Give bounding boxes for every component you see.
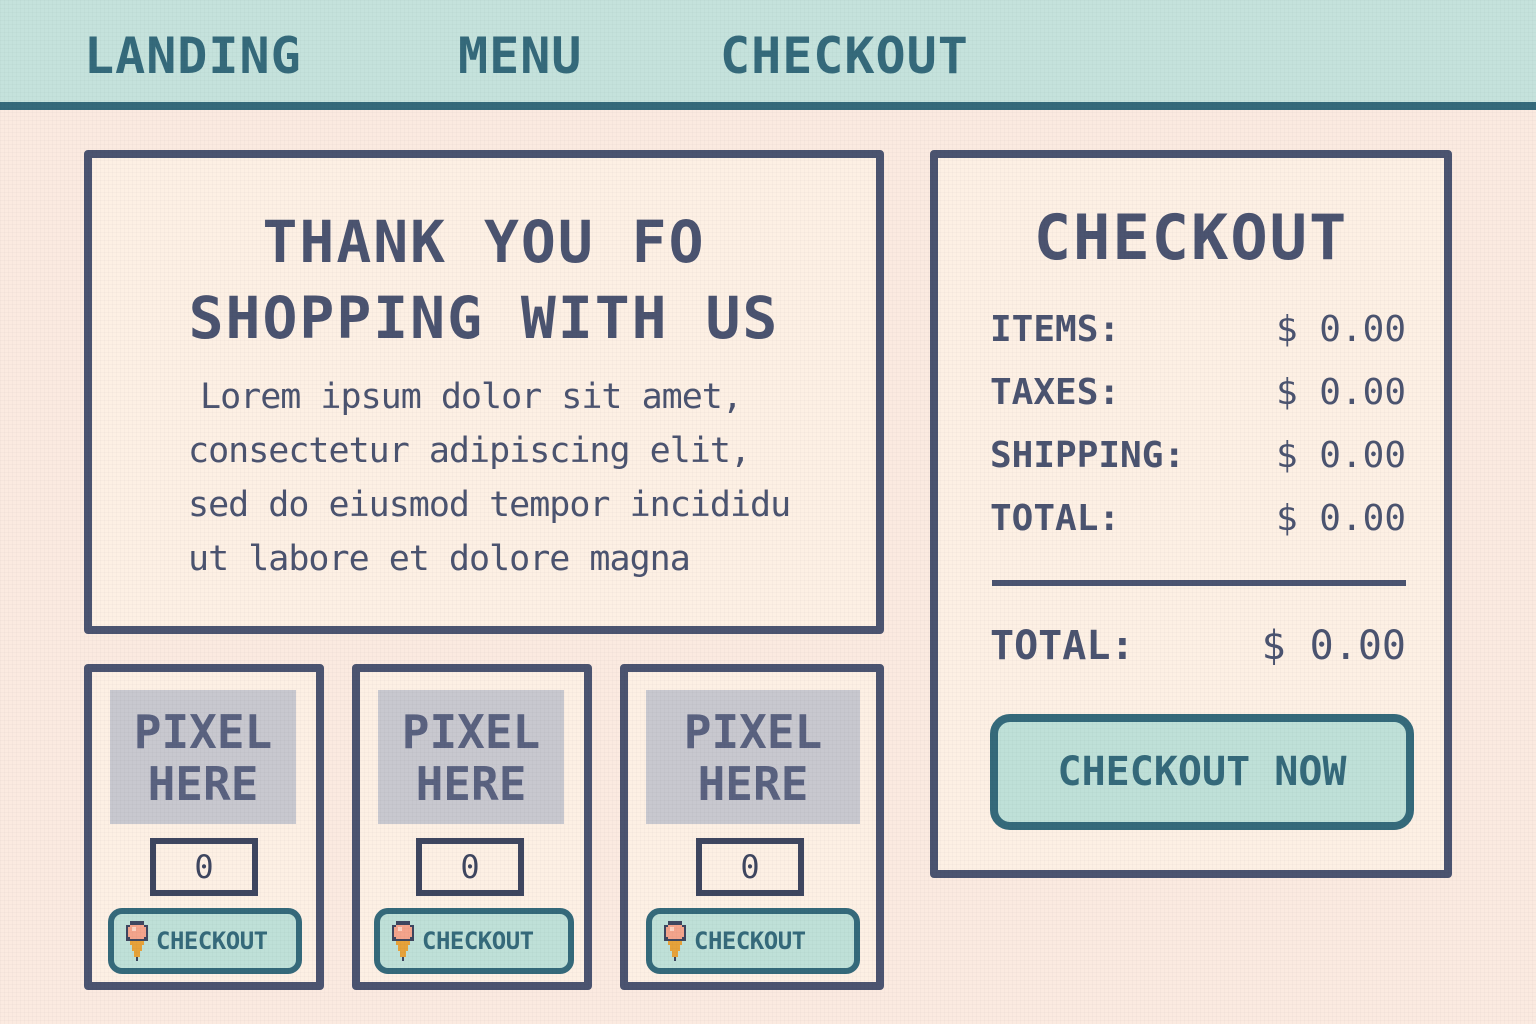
summary-row-label: TOTAL: (990, 498, 1121, 539)
product-image-placeholder: PIXEL HERE (646, 690, 860, 824)
body-line: sed do eiusmod tempor incididu (188, 485, 791, 525)
summary-row-shipping: SHIPPING: $ 0.00 (990, 434, 1406, 478)
product-checkout-label: CHECKOUT (156, 927, 268, 955)
product-checkout-button[interactable]: CHECKOUT (374, 908, 574, 974)
grand-total-label: TOTAL: (990, 623, 1135, 669)
body-line: Lorem ipsum dolor sit amet, (200, 377, 743, 417)
placeholder-line-2: HERE (147, 757, 259, 811)
placeholder-line-1: PIXEL (401, 705, 541, 759)
summary-row-value: $ 0.00 (1275, 498, 1406, 539)
thank-you-title-line-2: SHOPPING WITH US (188, 284, 780, 352)
product-card-2: PIXEL HERE 0 CHECKOUT (352, 664, 592, 990)
top-nav: LANDING MENU CHECKOUT (0, 0, 1536, 110)
nav-link-menu[interactable]: MENU (458, 26, 582, 86)
ice-cream-icon (664, 921, 686, 961)
thank-you-panel: THANK YOU FO SHOPPING WITH US Lorem ipsu… (84, 150, 884, 634)
product-card-3: PIXEL HERE 0 CHECKOUT (620, 664, 884, 990)
body-line: ut labore et dolore magna (188, 539, 691, 579)
placeholder-line-1: PIXEL (133, 705, 273, 759)
summary-row-value: $ 0.00 (1275, 372, 1406, 413)
summary-row-taxes: TAXES: $ 0.00 (990, 371, 1406, 415)
ice-cream-icon (392, 921, 414, 961)
checkout-now-button[interactable]: CHECKOUT NOW (990, 714, 1414, 830)
product-checkout-label: CHECKOUT (694, 927, 806, 955)
summary-grand-total: TOTAL: $ 0.00 (990, 624, 1406, 668)
summary-row-items: ITEMS: $ 0.00 (990, 308, 1406, 352)
nav-link-landing[interactable]: LANDING (84, 26, 302, 86)
summary-divider (992, 580, 1406, 586)
checkout-summary-panel: CHECKOUT ITEMS: $ 0.00 TAXES: $ 0.00 SHI… (930, 150, 1452, 878)
summary-row-label: SHIPPING: (990, 435, 1186, 476)
thank-you-body: Lorem ipsum dolor sit amet, consectetur … (188, 370, 868, 586)
quantity-field[interactable]: 0 (696, 838, 804, 896)
summary-row-label: ITEMS: (990, 309, 1121, 350)
product-checkout-button[interactable]: CHECKOUT (646, 908, 860, 974)
grand-total-value: $ 0.00 (1261, 623, 1407, 669)
summary-row-label: TAXES: (990, 372, 1121, 413)
ice-cream-icon (126, 921, 148, 961)
nav-link-checkout[interactable]: CHECKOUT (720, 26, 969, 86)
product-checkout-button[interactable]: CHECKOUT (108, 908, 302, 974)
thank-you-title: THANK YOU FO SHOPPING WITH US (92, 204, 876, 356)
quantity-field[interactable]: 0 (416, 838, 524, 896)
product-image-placeholder: PIXEL HERE (110, 690, 296, 824)
product-image-placeholder: PIXEL HERE (378, 690, 564, 824)
product-checkout-label: CHECKOUT (422, 927, 534, 955)
summary-row-value: $ 0.00 (1275, 309, 1406, 350)
thank-you-title-line-1: THANK YOU FO (262, 208, 706, 276)
body-line: consectetur adipiscing elit, (188, 431, 751, 471)
placeholder-line-2: HERE (415, 757, 527, 811)
checkout-summary-title: CHECKOUT (1033, 201, 1349, 274)
quantity-field[interactable]: 0 (150, 838, 258, 896)
summary-row-total: TOTAL: $ 0.00 (990, 497, 1406, 541)
placeholder-line-1: PIXEL (683, 705, 823, 759)
placeholder-line-2: HERE (697, 757, 809, 811)
summary-row-value: $ 0.00 (1275, 435, 1406, 476)
product-card-1: PIXEL HERE 0 CHECKOUT (84, 664, 324, 990)
